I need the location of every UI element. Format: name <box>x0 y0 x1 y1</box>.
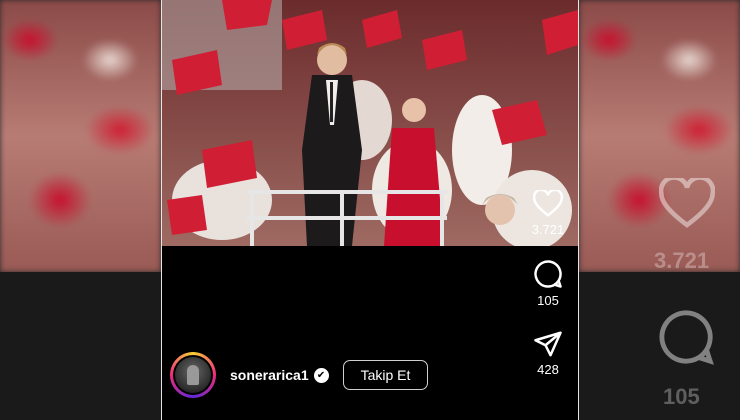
avatar-image <box>175 357 211 393</box>
blurred-background-right: 3.721 105 <box>579 0 740 420</box>
comment-count: 105 <box>537 293 559 308</box>
video-player[interactable] <box>162 0 578 246</box>
avatar[interactable] <box>170 352 216 398</box>
verified-badge-icon: ✔ <box>313 367 329 383</box>
username-link[interactable]: sonerarica1 <box>230 367 309 383</box>
like-button[interactable]: 3.721 <box>531 190 565 237</box>
blurred-video-left <box>0 0 161 272</box>
share-button[interactable]: 428 <box>533 330 563 377</box>
send-icon <box>534 331 562 357</box>
share-count: 428 <box>537 362 559 377</box>
comment-icon <box>534 260 562 288</box>
reel-post: 3.721 105 428 sonerarica1 ✔ Takip Et <box>161 0 579 420</box>
action-bar: 3.721 105 428 <box>518 190 578 377</box>
ghost-comment-icon <box>659 310 714 365</box>
blurred-background-left <box>0 0 161 420</box>
comment-button[interactable]: 105 <box>533 259 563 308</box>
ghost-heart-icon <box>659 178 715 228</box>
blurred-video-right <box>579 0 740 272</box>
like-count: 3.721 <box>531 222 565 237</box>
concert-scene <box>162 0 578 246</box>
heart-icon <box>532 190 563 217</box>
post-author: sonerarica1 ✔ Takip Et <box>170 352 429 398</box>
ghost-like-count: 3.721 <box>654 248 710 273</box>
ghost-comment-count: 105 <box>663 384 700 409</box>
follow-button[interactable]: Takip Et <box>342 360 429 390</box>
